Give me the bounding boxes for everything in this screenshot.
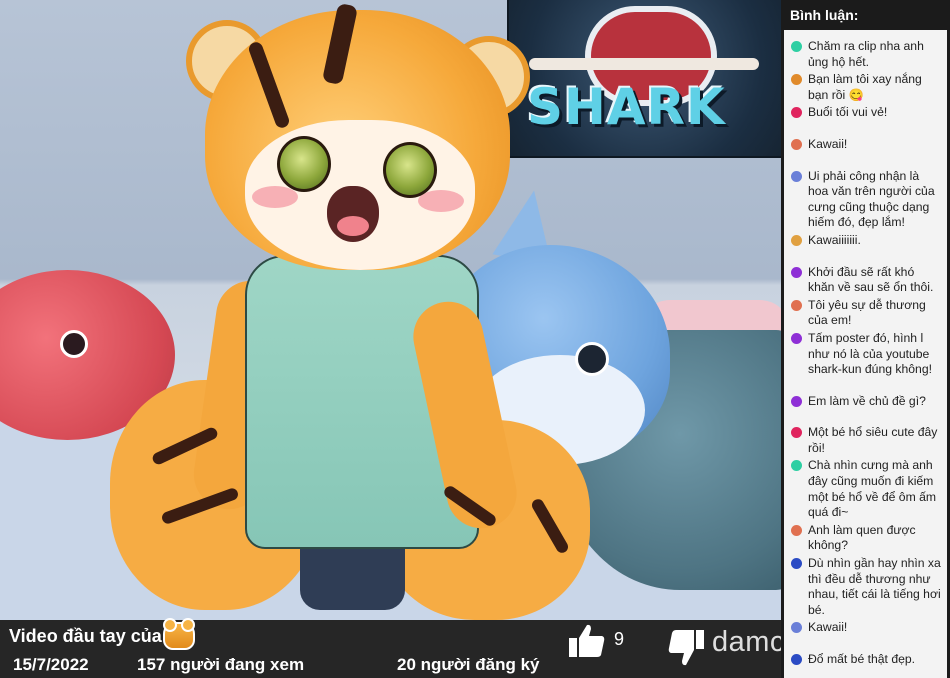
comment-item: Dù nhìn gần hay nhìn xa thì đều dễ thươn… (784, 556, 947, 618)
comment-item: Kawaiiiiiii. (784, 233, 947, 249)
comment-text: Đổ mất bé thật đẹp. (808, 652, 916, 666)
user-dot-icon (791, 266, 802, 278)
user-dot-icon (791, 299, 802, 311)
user-dot-icon (791, 170, 802, 182)
thumbs-down-icon (668, 630, 704, 666)
poster-bone (529, 58, 759, 70)
user-dot-icon (791, 654, 802, 665)
upload-date: 15/7/2022 (13, 655, 89, 674)
tiger-right-eye (383, 142, 437, 198)
comment-text: Chà nhìn cưng mà anh đây cũng muốn đi ki… (808, 458, 937, 520)
comment-item: Em làm về chủ đề gì? (784, 394, 947, 410)
user-dot-icon (791, 138, 802, 150)
user-dot-icon (791, 74, 802, 86)
shark-poster: SHARK (507, 0, 781, 158)
like-button[interactable] (567, 621, 607, 661)
comment-text: Khởi đầu sẽ rất khó khăn về sau sẽ ổn th… (808, 264, 934, 295)
user-dot-icon (791, 622, 802, 634)
tiger-left-eye (277, 136, 331, 192)
comment-item: Đổ mất bé thật đẹp. (784, 652, 947, 668)
comment-list[interactable]: Chăm ra clip nha anh ủng hộ hết. Bạn làm … (784, 30, 947, 678)
user-dot-icon (791, 524, 802, 536)
comment-item: Buổi tối vui vẻ! (784, 105, 947, 121)
comment-gap (784, 668, 947, 678)
blush-left (252, 186, 298, 208)
like-count: 9 (614, 629, 625, 649)
poster-title: SHARK (527, 78, 726, 136)
video-title: Video đầu tay của (9, 626, 162, 646)
comment-item: Tấm poster đó, hình l như nó là của yout… (784, 331, 947, 378)
comment-gap (784, 153, 947, 167)
comment-text: Anh làm quen được không? (808, 522, 916, 553)
comment-item: Một bé hổ siêu cute đây rồi! (784, 425, 947, 456)
user-dot-icon (791, 332, 802, 344)
viewer-count: 157 người đang xem (137, 655, 305, 674)
stream-info-bar: Video đầu tay của 15/7/2022 157 người đa… (0, 618, 884, 678)
comment-text: Kawaii! (808, 136, 848, 151)
comment-item: Chà nhìn cưng mà anh đây cũng muốn đi ki… (784, 458, 947, 520)
comment-item: Khởi đầu sẽ rất khó khăn về sau sẽ ổn th… (784, 265, 947, 296)
user-dot-icon (791, 234, 802, 246)
comment-item: Kawaii! (784, 137, 947, 153)
user-dot-icon (791, 427, 802, 439)
comment-gap (784, 121, 947, 135)
comment-text: Một bé hổ siêu cute đây rồi! (808, 425, 938, 455)
comment-text: Ui phải công nhận là hoa văn trên người … (808, 168, 935, 230)
tiger-face-icon[interactable] (163, 618, 195, 650)
comment-item: Bạn làm tôi xay nắng bạn rồi 😋 (784, 72, 947, 103)
comment-text: Buổi tối vui vẻ! (808, 105, 888, 120)
user-dot-icon (791, 460, 802, 472)
thumbs-up-icon (569, 624, 605, 657)
dislike-button[interactable] (666, 627, 706, 669)
comment-panel: Bình luận: Chăm ra clip nha anh ủng hộ h… (781, 0, 950, 678)
comment-item: Anh làm quen được không? (784, 523, 947, 554)
comment-item: Chăm ra clip nha anh ủng hộ hết. (784, 39, 947, 70)
comment-text: Dù nhìn gần hay nhìn xa thì đều dễ thươn… (808, 556, 941, 617)
user-dot-icon (791, 41, 802, 52)
comment-gap (784, 378, 947, 392)
comment-text: Chăm ra clip nha anh ủng hộ hết. (808, 39, 924, 69)
subscriber-count: 20 người đăng ký (397, 655, 540, 674)
tiger-mouth (327, 186, 379, 242)
video-player[interactable]: SHARK (0, 0, 781, 620)
comments-header: Bình luận: (781, 0, 950, 30)
comment-text: Kawaiiiiiii. (808, 232, 861, 247)
comment-text: Kawaii! (808, 620, 848, 635)
comment-text: Tôi yêu sự dễ thương của em! (808, 297, 926, 328)
comment-item: Ui phải công nhận là hoa văn trên người … (784, 169, 947, 231)
comment-text: Em làm về chủ đề gì? (808, 393, 926, 408)
comment-text: Tấm poster đó, hình l như nó là của yout… (808, 330, 932, 377)
comment-gap (784, 249, 947, 263)
comment-item: Kawaii! (784, 620, 947, 636)
comment-gap (784, 409, 947, 423)
comment-item: Tôi yêu sự dễ thương của em! (784, 298, 947, 329)
shark-eye (575, 342, 609, 376)
comment-gap (784, 636, 947, 650)
user-dot-icon (791, 395, 802, 407)
comment-text: Bạn làm tôi xay nắng bạn rồi 😋 (808, 72, 922, 102)
user-dot-icon (791, 558, 802, 570)
user-dot-icon (791, 107, 802, 119)
